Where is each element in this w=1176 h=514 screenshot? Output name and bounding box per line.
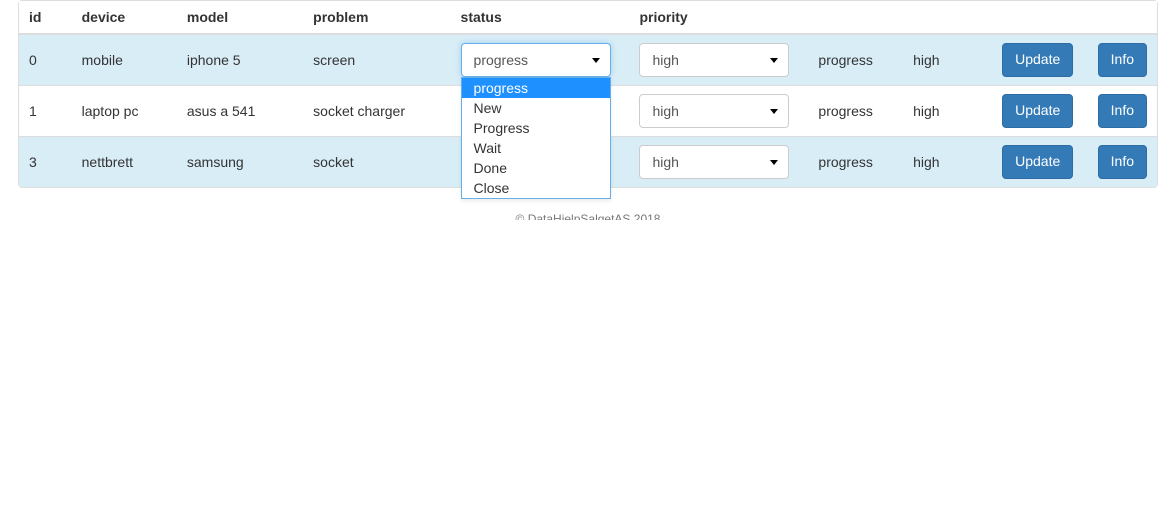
status-option[interactable]: Wait: [462, 138, 610, 158]
cell-info: Info: [1083, 34, 1157, 86]
cell-model: asus a 541: [177, 86, 303, 137]
cell-priority-text: high: [903, 137, 987, 188]
cell-priority-text: high: [903, 86, 987, 137]
th-priority-text: [903, 1, 987, 34]
cell-model: samsung: [177, 137, 303, 188]
tickets-table: id device model problem status priority …: [19, 1, 1157, 187]
priority-select-value: high: [652, 103, 678, 119]
chevron-down-icon: [770, 109, 778, 114]
cell-problem: socket: [303, 137, 450, 188]
info-button[interactable]: Info: [1098, 145, 1147, 179]
cell-priority-text: high: [903, 34, 987, 86]
status-option[interactable]: Progress: [462, 118, 610, 138]
th-info: [1083, 1, 1157, 34]
cell-id: 1: [19, 86, 72, 137]
status-option[interactable]: Close: [462, 178, 610, 198]
table-row: 0mobileiphone 5screen progressprogressNew…: [19, 34, 1157, 86]
cell-model: iphone 5: [177, 34, 303, 86]
cell-update: Update: [987, 137, 1083, 188]
cell-priority-select: high: [629, 86, 808, 137]
th-priority: priority: [629, 1, 808, 34]
info-button[interactable]: Info: [1098, 94, 1147, 128]
cell-status-text: progress: [808, 86, 903, 137]
th-id: id: [19, 1, 72, 34]
cell-device: laptop pc: [72, 86, 177, 137]
cell-device: mobile: [72, 34, 177, 86]
cell-info: Info: [1083, 137, 1157, 188]
status-option[interactable]: Done: [462, 158, 610, 178]
status-option[interactable]: New: [462, 98, 610, 118]
th-problem: problem: [303, 1, 450, 34]
priority-select-value: high: [652, 52, 678, 68]
update-button[interactable]: Update: [1002, 43, 1073, 77]
th-update: [987, 1, 1083, 34]
update-button[interactable]: Update: [1002, 94, 1073, 128]
priority-select-value: high: [652, 154, 678, 170]
cell-priority-select: high: [629, 34, 808, 86]
status-select-value: progress: [474, 52, 528, 68]
tickets-panel: id device model problem status priority …: [18, 0, 1158, 188]
status-select[interactable]: progressprogressNewProgressWaitDoneClose: [461, 43, 611, 77]
th-status: status: [451, 1, 630, 34]
cell-status-text: progress: [808, 34, 903, 86]
table-header-row: id device model problem status priority: [19, 1, 1157, 34]
cell-info: Info: [1083, 86, 1157, 137]
footer-copyright: © DataHjelpSalgetAS 2018: [18, 212, 1158, 220]
cell-id: 3: [19, 137, 72, 188]
cell-problem: screen: [303, 34, 450, 86]
cell-status-select: progressprogressNewProgressWaitDoneClose: [451, 34, 630, 86]
cell-status-text: progress: [808, 137, 903, 188]
status-option[interactable]: progress: [462, 78, 610, 98]
cell-update: Update: [987, 34, 1083, 86]
th-status-text: [808, 1, 903, 34]
th-model: model: [177, 1, 303, 34]
cell-device: nettbrett: [72, 137, 177, 188]
priority-select[interactable]: high: [639, 145, 789, 179]
cell-update: Update: [987, 86, 1083, 137]
status-select-listbox[interactable]: progressNewProgressWaitDoneClose: [461, 77, 611, 199]
cell-id: 0: [19, 34, 72, 86]
priority-select[interactable]: high: [639, 43, 789, 77]
info-button[interactable]: Info: [1098, 43, 1147, 77]
th-device: device: [72, 1, 177, 34]
cell-problem: socket charger: [303, 86, 450, 137]
chevron-down-icon: [592, 58, 600, 63]
chevron-down-icon: [770, 160, 778, 165]
chevron-down-icon: [770, 58, 778, 63]
priority-select[interactable]: high: [639, 94, 789, 128]
update-button[interactable]: Update: [1002, 145, 1073, 179]
cell-priority-select: high: [629, 137, 808, 188]
